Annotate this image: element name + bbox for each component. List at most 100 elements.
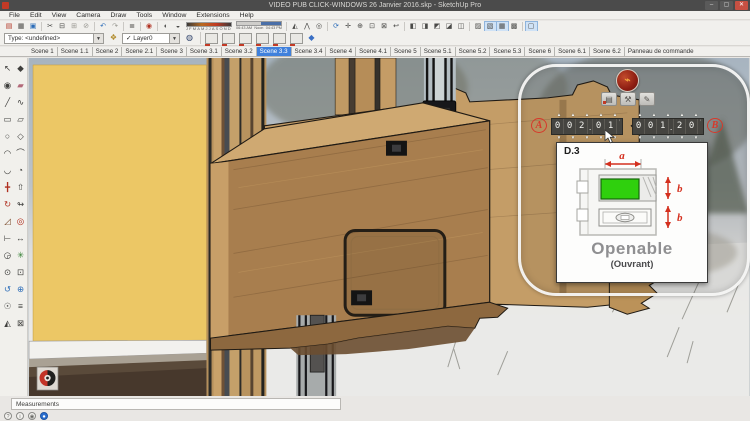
undo-icon[interactable]: ↶ — [98, 22, 109, 31]
look-around-icon[interactable]: ◎ — [314, 22, 325, 31]
tab-scene-3[interactable]: Scene 3 — [157, 47, 187, 56]
counter-a-up-arrows[interactable]: ▲▲▲▲▲ — [551, 113, 623, 118]
two-point-arc-icon[interactable]: ⌒ — [14, 145, 27, 162]
counter-b-down-arrows[interactable]: ▼▼▼▼▼ — [632, 136, 704, 141]
layers-icon[interactable]: ◍ — [183, 32, 196, 44]
push-pull-tool-icon[interactable]: ⇧ — [14, 179, 27, 196]
menu-file[interactable]: File — [4, 11, 25, 19]
tab-scene-6-2[interactable]: Scene 6.2 — [590, 47, 625, 56]
menu-tools[interactable]: Tools — [131, 11, 157, 19]
rectangle-tool-icon[interactable]: ▭ — [1, 111, 14, 128]
credits-icon[interactable]: i — [16, 412, 24, 420]
details-icon[interactable]: ❖ — [107, 32, 120, 44]
tab-scene-5-1[interactable]: Scene 5.1 — [421, 47, 456, 56]
eraser-icon[interactable]: ▰ — [14, 77, 27, 94]
menu-view[interactable]: View — [47, 11, 72, 19]
open-file-icon[interactable]: ▦ — [16, 22, 27, 31]
position-camera-tool-icon[interactable]: ☉ — [1, 298, 14, 315]
tab-scene-6-1[interactable]: Scene 6.1 — [555, 47, 590, 56]
help-icon[interactable]: ? — [4, 412, 12, 420]
arc-tool-icon[interactable]: ◠ — [1, 145, 14, 162]
model-info-icon[interactable]: ◉ — [144, 22, 155, 31]
cw-frame-tool-3-icon[interactable] — [239, 33, 252, 44]
previous-view-icon[interactable]: ↩ — [391, 22, 402, 31]
tab-scene-6[interactable]: Scene 6 — [525, 47, 555, 56]
look-around-tool-icon[interactable]: ◭ — [1, 315, 14, 332]
axes-tool-icon[interactable]: ✳ — [14, 247, 27, 264]
tab-scene-4[interactable]: Scene 4 — [326, 47, 356, 56]
tab-scene-3-4[interactable]: Scene 3.4 — [292, 47, 327, 56]
counter-b-up-arrows[interactable]: ▲▲▲▲▲ — [632, 113, 704, 118]
zoom-icon[interactable]: ⊕ — [355, 22, 366, 31]
zoom-window-icon[interactable]: ⊡ — [367, 22, 378, 31]
textured-mode-icon[interactable]: ▦ — [497, 22, 508, 31]
menu-help[interactable]: Help — [235, 11, 259, 19]
settings-button[interactable]: ⚒ — [620, 92, 636, 106]
right-view-icon[interactable]: ◪ — [444, 22, 455, 31]
chevron-down-icon[interactable]: ▼ — [169, 34, 179, 43]
print-icon[interactable]: ≣ — [127, 22, 138, 31]
walk-tool-icon[interactable]: ≡ — [14, 298, 27, 315]
dimension-tool-icon[interactable]: ↔ — [14, 230, 27, 247]
protractor-tool-icon[interactable]: ◶ — [1, 247, 14, 264]
scale-tool-icon[interactable]: ◿ — [1, 213, 14, 230]
zoom-tool-icon[interactable]: ⊙ — [1, 264, 14, 281]
counter-b[interactable]: ▲▲▲▲▲ 0 0 1 . 2 0 ′ ▼▼▼▼▼ — [632, 113, 704, 140]
pan-icon[interactable]: ✛ — [343, 22, 354, 31]
offset-tool-icon[interactable]: ◎ — [14, 213, 27, 230]
measurements-box[interactable]: Measurements — [11, 398, 341, 410]
follow-me-tool-icon[interactable]: ↬ — [14, 196, 27, 213]
tab-scene-4-1[interactable]: Scene 4.1 — [356, 47, 391, 56]
delete-icon[interactable]: ⊘ — [81, 22, 92, 31]
tab-scene-2[interactable]: Scene 2 — [93, 47, 123, 56]
menu-draw[interactable]: Draw — [105, 11, 131, 19]
tab-scene-1-1[interactable]: Scene 1.1 — [58, 47, 93, 56]
tab-panneau-de-commande[interactable]: Panneau de commande — [625, 47, 697, 56]
cw-frame-tool-6-icon[interactable] — [290, 33, 303, 44]
position-camera-icon[interactable]: ◭ — [290, 22, 301, 31]
zoom-window-tool-icon[interactable]: ⊡ — [14, 264, 27, 281]
tape-measure-icon[interactable]: ⊢ — [1, 230, 14, 247]
orbit-icon[interactable]: ⟳ — [331, 22, 342, 31]
maximize-button[interactable]: ▢ — [720, 1, 733, 10]
user-icon[interactable]: ◉ — [28, 412, 36, 420]
tab-scene-3-1[interactable]: Scene 3.1 — [187, 47, 222, 56]
copy-icon[interactable]: ⊟ — [57, 22, 68, 31]
move-tool-icon[interactable]: ╋ — [1, 179, 14, 196]
walk-icon[interactable]: ⋀ — [302, 22, 313, 31]
three-point-arc-icon[interactable]: ◡ — [1, 162, 14, 179]
tab-scene-5-2[interactable]: Scene 5.2 — [456, 47, 491, 56]
minimize-button[interactable]: – — [705, 1, 718, 10]
tab-scene-5[interactable]: Scene 5 — [391, 47, 421, 56]
cw-audio-icon[interactable]: ◆ — [305, 32, 318, 44]
pan-tool-icon[interactable]: ⊕ — [14, 281, 27, 298]
select-window-icon[interactable]: ▢ — [526, 22, 537, 31]
tab-scene-3-2[interactable]: Scene 3.2 — [222, 47, 257, 56]
new-file-icon[interactable]: ▤ — [4, 22, 15, 31]
type-dropdown[interactable]: Type: <undefined> ▼ — [4, 33, 104, 44]
redo-icon[interactable]: ↷ — [110, 22, 121, 31]
iso-view-icon[interactable]: ◧ — [408, 22, 419, 31]
menu-window[interactable]: Window — [157, 11, 191, 19]
tab-scene-2-1[interactable]: Scene 2.1 — [122, 47, 157, 56]
pie-tool-icon[interactable]: ◔ — [14, 162, 27, 179]
back-view-icon[interactable]: ◫ — [456, 22, 467, 31]
chevron-down-icon[interactable]: ▼ — [93, 34, 103, 43]
shadow-date-slider[interactable]: JFMAMJJASOND — [186, 22, 232, 31]
menu-camera[interactable]: Camera — [71, 11, 105, 19]
cw-frame-tool-1-icon[interactable] — [205, 33, 218, 44]
orbit-tool-icon[interactable]: ↺ — [1, 281, 14, 298]
polygon-tool-icon[interactable]: ◇ — [14, 128, 27, 145]
edit-button[interactable]: ✎ — [639, 92, 655, 106]
monochrome-mode-icon[interactable]: ▩ — [509, 22, 520, 31]
menu-extensions[interactable]: Extensions — [191, 11, 234, 19]
circle-tool-icon[interactable]: ○ — [1, 128, 14, 145]
cw-frame-tool-5-icon[interactable] — [273, 33, 286, 44]
list-button[interactable]: ▤ — [601, 92, 617, 106]
paste-icon[interactable]: ⊞ — [69, 22, 80, 31]
rotate-tool-icon[interactable]: ↻ — [1, 196, 14, 213]
fog-toggle-icon[interactable]: ◒ — [173, 22, 184, 31]
paint-bucket-icon[interactable]: ◉ — [1, 77, 14, 94]
top-view-icon[interactable]: ◨ — [420, 22, 431, 31]
make-component-icon[interactable]: ◆ — [14, 60, 27, 77]
